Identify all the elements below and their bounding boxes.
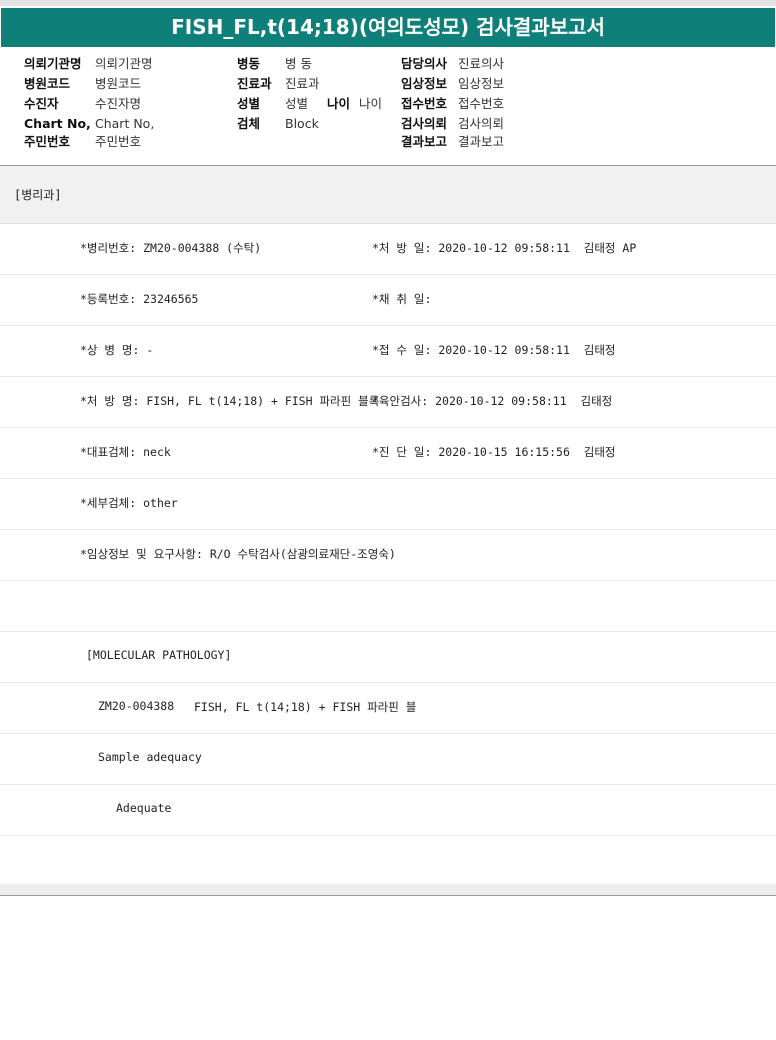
header-label: 수진자 — [24, 96, 59, 111]
adequacy-value: Adequate — [116, 801, 172, 815]
diagnosis-name: *상 병 명: - — [80, 343, 154, 357]
report-row: *임상정보 및 요구사항: R/O 수탁검사(삼광의료재단-조영숙) — [0, 530, 776, 581]
adequacy-label: Sample adequacy — [98, 750, 202, 764]
age-label: 나이 — [327, 96, 351, 111]
header-value: 주민번호 — [95, 134, 142, 149]
report-row: Adequate — [0, 785, 776, 836]
bottom-border — [0, 884, 776, 896]
report-row-empty — [0, 581, 776, 632]
header-label: 임상정보 — [401, 76, 448, 91]
collection-date: *채 취 일: — [372, 292, 432, 306]
header-label: 진료과 — [237, 76, 272, 91]
header-label: 병동 — [237, 56, 261, 71]
header-value: 병 동 — [285, 56, 312, 71]
department-band — [0, 166, 776, 224]
header-value: 진료과 — [285, 76, 320, 91]
header-value: 결과보고 — [458, 134, 505, 149]
main-specimen: *대표검체: neck — [80, 445, 171, 459]
order-date: *처 방 일: 2020-10-12 09:58:11 김태정 AP — [372, 241, 637, 255]
report-row: [MOLECULAR PATHOLOGY] — [0, 632, 776, 683]
gross-exam-date: *육안검사: 2020-10-12 09:58:11 김태정 — [372, 394, 613, 408]
header-col-2: 병동 병 동 진료과 진료과 성별 성별 나이 나이 검체 Block — [237, 54, 382, 134]
header-value: 병원코드 — [95, 76, 142, 91]
report-row-empty — [0, 836, 776, 887]
registration-number: *등록번호: 23246565 — [80, 292, 199, 306]
order-name: *처 방 명: FISH, FL t(14;18) + FISH 파라핀 블록 — [80, 394, 380, 408]
clinical-info: *임상정보 및 요구사항: R/O 수탁검사(삼광의료재단-조영숙) — [80, 547, 396, 561]
header-label: 의뢰기관명 — [24, 56, 82, 71]
header-label: 주민번호 — [24, 134, 71, 149]
header-label: Chart No, — [24, 116, 91, 131]
report-row: Sample adequacy — [0, 734, 776, 785]
top-border — [0, 0, 776, 6]
header-value: Block — [285, 116, 319, 131]
header-label: 성별 — [237, 96, 261, 111]
pathology-number: *병리번호: ZM20-004388 (수탁) — [80, 241, 262, 255]
section-heading: [MOLECULAR PATHOLOGY] — [86, 648, 232, 662]
report-row: *등록번호: 23246565 *채 취 일: — [0, 275, 776, 326]
header-value: 임상정보 — [458, 76, 505, 91]
header-label: 접수번호 — [401, 96, 448, 111]
case-id: ZM20-004388 — [98, 699, 175, 713]
header-label: 결과보고 — [401, 134, 448, 149]
header-col-3: 담당의사 진료의사 임상정보 임상정보 접수번호 접수번호 검사의뢰 검사의뢰 결과보고… — [401, 54, 504, 152]
report-row: *세부검체: other — [0, 479, 776, 530]
header-label: 검체 — [237, 116, 261, 131]
receipt-date: *접 수 일: 2020-10-12 09:58:11 김태정 — [372, 343, 616, 357]
sub-specimen: *세부검체: other — [80, 496, 178, 510]
header-value: 의뢰기관명 — [95, 56, 153, 71]
header-value: 진료의사 — [458, 56, 505, 71]
header-value: Chart No, — [95, 116, 155, 131]
age-value: 나이 — [359, 96, 383, 111]
department-label: [병리과] — [14, 188, 62, 202]
header-value: 접수번호 — [458, 96, 505, 111]
header-label: 병원코드 — [24, 76, 71, 91]
header-col-1: 의뢰기관명 의뢰기관명 병원코드 병원코드 수진자 수진자명 Chart No, Cha… — [24, 54, 154, 152]
report-body: *병리번호: ZM20-004388 (수탁) *처 방 일: 2020-10-… — [0, 224, 776, 887]
header-label: 검사의뢰 — [401, 116, 448, 131]
report-row: *처 방 명: FISH, FL t(14;18) + FISH 파라핀 블록 … — [0, 377, 776, 428]
report-row: *상 병 명: - *접 수 일: 2020-10-12 09:58:11 김태… — [0, 326, 776, 377]
header-value: 성별 — [285, 96, 309, 111]
header-value: 검사의뢰 — [458, 116, 505, 131]
header-label: 담당의사 — [401, 56, 448, 71]
report-title: FISH_FL,t(14;18)(여의도성모) 검사결과보고서 — [1, 8, 775, 47]
report-row: *대표검체: neck *진 단 일: 2020-10-15 16:15:56 … — [0, 428, 776, 479]
report-row: *병리번호: ZM20-004388 (수탁) *처 방 일: 2020-10-… — [0, 224, 776, 275]
report-row: ZM20-004388 FISH, FL t(14;18) + FISH 파라핀… — [0, 683, 776, 734]
header-value: 수진자명 — [95, 96, 142, 111]
diagnosis-date: *진 단 일: 2020-10-15 16:15:56 김태정 — [372, 445, 616, 459]
case-test: FISH, FL t(14;18) + FISH 파라핀 블 — [194, 700, 417, 714]
